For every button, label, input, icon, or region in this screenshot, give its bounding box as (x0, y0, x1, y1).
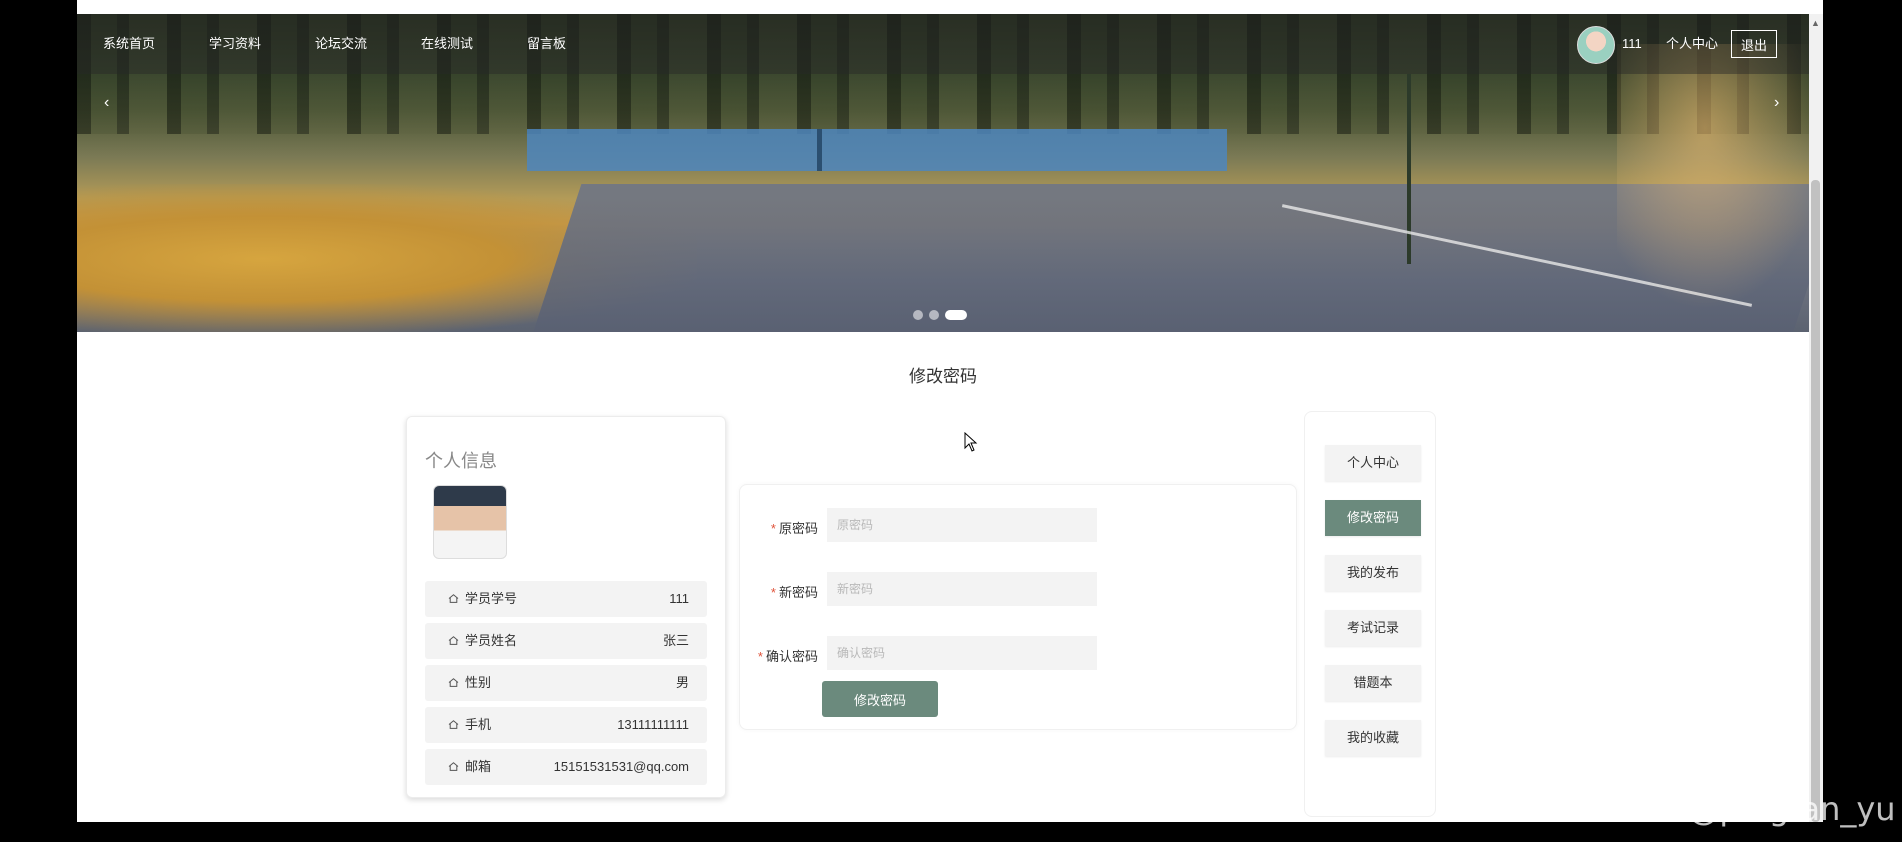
page: 系统首页 学习资料 论坛交流 在线测试 留言板 111 个人中心 退出 ‹ › … (77, 14, 1809, 822)
side-item-user-center[interactable]: 个人中心 (1325, 445, 1421, 481)
side-item-favorites[interactable]: 我的收藏 (1325, 720, 1421, 756)
logout-button[interactable]: 退出 (1731, 30, 1777, 58)
side-item-wrong-questions[interactable]: 错题本 (1325, 665, 1421, 701)
nav-item-forum[interactable]: 论坛交流 (315, 14, 367, 74)
profile-row-label: 手机 (465, 717, 492, 732)
banner-light-flare (1617, 44, 1809, 324)
profile-card: 个人信息 学员学号 111 学员姓名 张三 性别 男 手机 1311111111… (406, 416, 726, 798)
home-icon (448, 678, 459, 687)
scrollbar-thumb[interactable] (1811, 180, 1820, 822)
profile-row-label: 性别 (465, 675, 492, 690)
old-password-label: * 原密码 (770, 521, 818, 536)
carousel-dot-2[interactable] (929, 310, 939, 320)
carousel-indicators (913, 310, 967, 320)
profile-row-label: 邮箱 (465, 759, 492, 774)
profile-row-value: 张三 (662, 633, 689, 648)
nav-user-center-link[interactable]: 个人中心 (1666, 14, 1718, 74)
nav-item-home[interactable]: 系统首页 (103, 14, 155, 74)
new-password-input[interactable] (827, 572, 1097, 606)
window-top-strip (77, 0, 1823, 14)
top-nav: 系统首页 学习资料 论坛交流 在线测试 留言板 111 个人中心 退出 (77, 14, 1809, 74)
carousel-prev-icon[interactable]: ‹ (104, 94, 109, 112)
home-icon (448, 720, 459, 729)
side-menu: 个人中心 修改密码 我的发布 考试记录 错题本 我的收藏 (1304, 411, 1436, 817)
profile-row-label: 学员学号 (465, 591, 518, 606)
carousel-dot-1[interactable] (913, 310, 923, 320)
old-password-input[interactable] (827, 508, 1097, 542)
side-item-my-posts[interactable]: 我的发布 (1325, 555, 1421, 591)
profile-avatar (433, 485, 507, 559)
profile-row-phone: 手机 13111111111 (425, 707, 707, 743)
banner-fence-post (817, 129, 822, 171)
new-password-label: * 新密码 (770, 585, 818, 600)
profile-row-name: 学员姓名 张三 (425, 623, 707, 659)
page-title: 修改密码 (909, 367, 977, 386)
avatar[interactable] (1577, 26, 1615, 64)
profile-row-gender: 性别 男 (425, 665, 707, 701)
home-icon (448, 762, 459, 771)
carousel-next-icon[interactable]: › (1774, 94, 1779, 112)
profile-card-title: 个人信息 (425, 451, 497, 471)
profile-row-student-id: 学员学号 111 (425, 581, 707, 617)
change-password-form: * 原密码 * 新密码 * 确认密码 修改密码 (739, 484, 1297, 730)
profile-row-value: 15151531531@qq.com (553, 759, 689, 774)
home-icon (448, 636, 459, 645)
confirm-password-label: * 确认密码 (757, 649, 818, 664)
nav-item-materials[interactable]: 学习资料 (209, 14, 261, 74)
scroll-up-icon[interactable]: ▲ (1811, 18, 1820, 28)
banner-fence (527, 129, 1227, 171)
profile-row-value: 13111111111 (617, 717, 689, 732)
mouse-cursor-icon (964, 432, 978, 452)
profile-row-value: 111 (669, 591, 689, 606)
nav-username: 111 (1622, 36, 1642, 51)
side-item-exam-records[interactable]: 考试记录 (1325, 610, 1421, 646)
side-item-change-password[interactable]: 修改密码 (1325, 500, 1421, 536)
change-password-button[interactable]: 修改密码 (822, 681, 938, 717)
profile-row-email: 邮箱 15151531531@qq.com (425, 749, 707, 785)
watermark: CSDN @pingfan_yu (1586, 790, 1896, 828)
carousel-dot-3[interactable] (945, 310, 967, 320)
confirm-password-input[interactable] (827, 636, 1097, 670)
banner-net-post (1407, 74, 1411, 264)
profile-row-label: 学员姓名 (465, 633, 518, 648)
nav-item-online-test[interactable]: 在线测试 (421, 14, 473, 74)
nav-item-message-board[interactable]: 留言板 (527, 14, 566, 74)
profile-row-value: 男 (675, 675, 689, 690)
home-icon (448, 594, 459, 603)
banner-carousel: 系统首页 学习资料 论坛交流 在线测试 留言板 111 个人中心 退出 ‹ › (77, 14, 1809, 332)
